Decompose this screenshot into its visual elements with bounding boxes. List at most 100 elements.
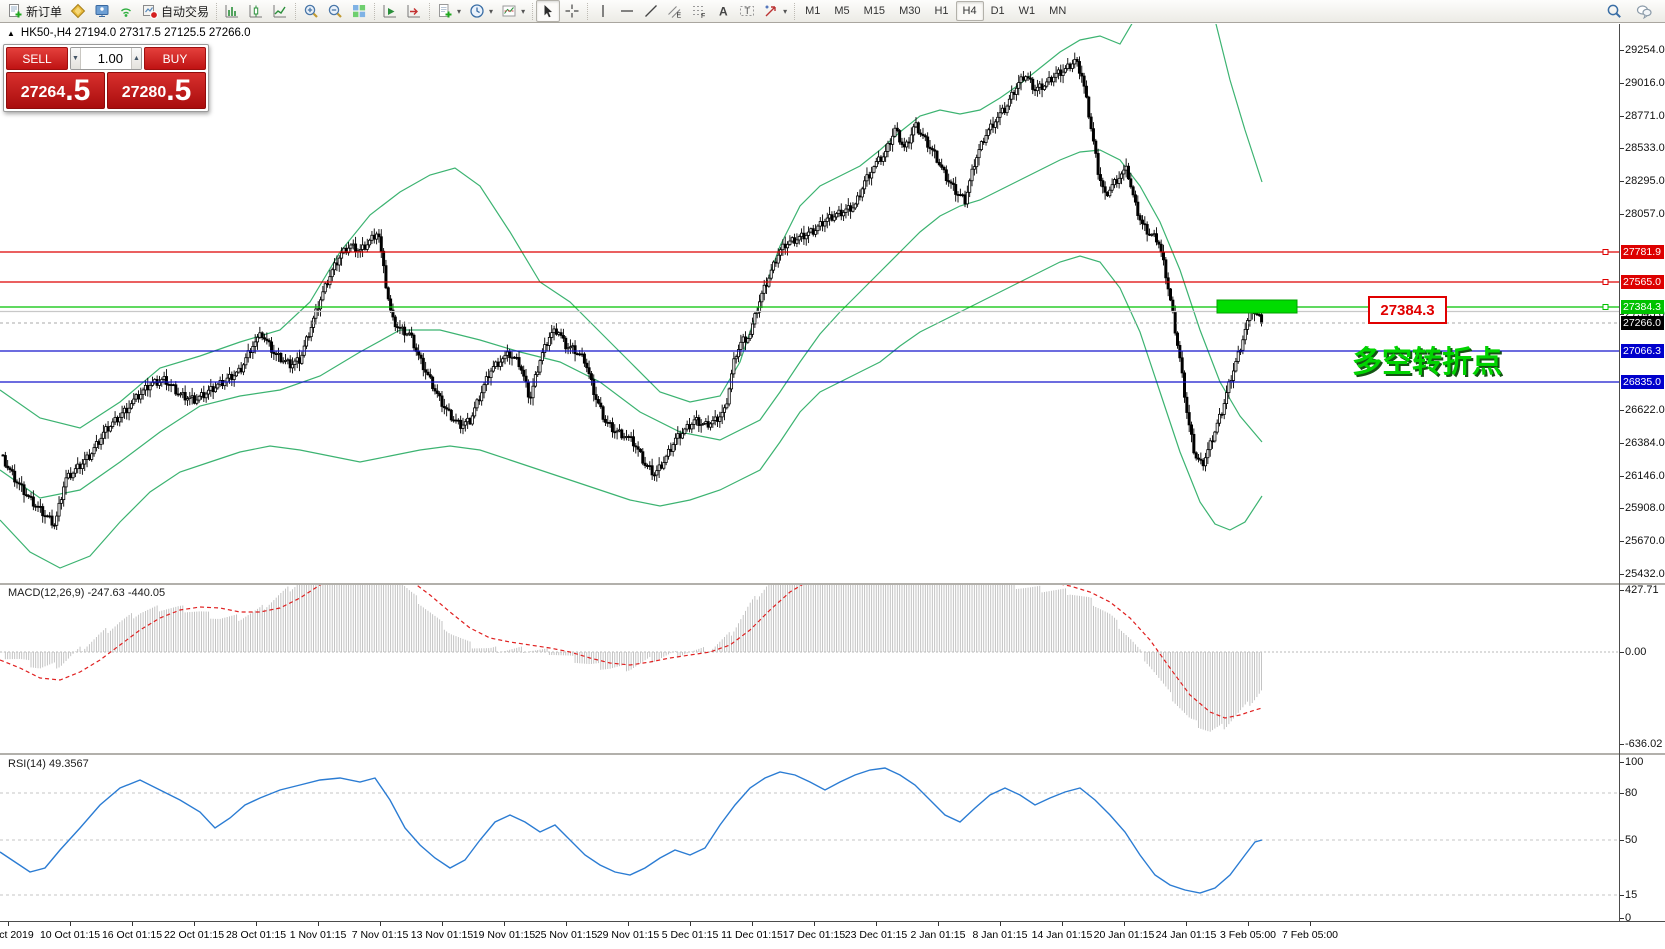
tf-w1[interactable]: W1 [1012,1,1043,21]
horizontal-line-button[interactable] [615,0,639,22]
axis-tick-mark [1620,744,1624,745]
indicator-axis-label: 427.71 [1625,584,1659,596]
annotation-text[interactable]: 多空转折点 [1352,346,1502,379]
new-order-button[interactable]: 新订单 [3,0,66,22]
date-tick-mark [1310,922,1311,926]
autotrade-icon [142,3,158,19]
date-tick-mark [566,922,567,926]
indicator-axis-label: 50 [1625,834,1637,846]
date-tick-mark [318,922,319,926]
dropdown-caret-icon: ▾ [489,7,493,16]
price-tick-label: 26384.0 [1625,437,1665,449]
axis-tick-mark [1620,762,1624,763]
rsi-label: RSI(14) 49.3567 [8,758,89,770]
text-label-button[interactable]: T [735,0,759,22]
axis-tick-mark [1620,590,1624,591]
chat-icon [1636,3,1652,19]
date-tick-mark [814,922,815,926]
axis-tick-mark [1620,476,1624,477]
cursor-icon [540,3,556,19]
hline-anchor[interactable] [1603,305,1608,310]
price-annotation-box[interactable]: 27384.3 [1368,296,1447,324]
symbol-ohlc-text: HK50-,H4 27194.0 27317.5 27125.5 27266.0 [21,27,251,39]
axis-tick-mark [1620,50,1624,51]
tf-m30[interactable]: M30 [892,1,927,21]
zoom-in-button[interactable] [299,0,323,22]
price-tick-label: 28533.0 [1625,142,1665,154]
crosshair-button[interactable] [560,0,584,22]
tile-windows-button[interactable] [347,0,371,22]
price-tick-label: 26622.0 [1625,404,1665,416]
date-label: 10 Oct 01:15 [40,929,100,941]
volume-input[interactable] [81,48,131,69]
axis-tick-mark [1620,443,1624,444]
vertical-line-button[interactable] [591,0,615,22]
toolbar-separator [295,3,296,20]
band-lower-line[interactable] [0,256,1262,568]
axis-tick-mark [1620,574,1624,575]
price-tick-label: 29254.0 [1625,44,1665,56]
date-label: 2 Jan 01:15 [911,929,966,941]
green-zone-rectangle[interactable] [1217,300,1297,313]
tf-m1[interactable]: M1 [798,1,827,21]
sell-button[interactable]: SELL [6,47,68,70]
template-icon [501,3,517,19]
price-axis[interactable]: 29254.029016.028771.028533.028295.028057… [1620,24,1665,921]
periods-button[interactable]: ▾ [465,0,497,22]
macd-pane[interactable] [0,585,1620,753]
cursor-button[interactable] [536,0,560,22]
tf-m15[interactable]: M15 [857,1,892,21]
indicators-button[interactable]: ▾ [433,0,465,22]
buy-price-button[interactable]: 27280.5 [107,72,206,109]
zoom-out-button[interactable] [323,0,347,22]
chart-shift-button[interactable] [402,0,426,22]
metaquotes-icon-button[interactable] [66,0,90,22]
price-tick-label: 26146.0 [1625,470,1665,482]
svg-text:T: T [745,6,751,16]
date-tick-mark [1248,922,1249,926]
zoom-out-icon [327,3,343,19]
search-button[interactable] [1602,0,1626,22]
hline-anchor[interactable] [1603,280,1608,285]
sell-price-button[interactable]: 27264.5 [6,72,105,109]
band-middle-line[interactable] [0,150,1262,498]
svg-text:E: E [677,13,682,20]
arrows-button[interactable]: ▾ [759,0,791,22]
price-badge-27266.0: 27266.0 [1621,316,1664,330]
signals-button[interactable] [114,0,138,22]
toolbar-separator [216,3,217,20]
channel-button[interactable]: E [663,0,687,22]
price-tick-label: 25432.0 [1625,568,1665,580]
templates-button[interactable]: ▾ [497,0,529,22]
date-label: 29 Nov 01:15 [597,929,659,941]
community-button[interactable] [90,0,114,22]
chat-button[interactable] [1632,0,1656,22]
sell-price-main: 27264 [21,80,66,106]
trendline-button[interactable] [639,0,663,22]
rsi-pane[interactable] [0,755,1620,921]
volume-up-button[interactable]: ▲ [131,48,141,69]
tf-mn[interactable]: MN [1042,1,1073,21]
date-label: 11 Dec 01:15 [721,929,783,941]
autotrading-button[interactable]: 自动交易 [138,0,213,22]
candles-chart-button[interactable] [244,0,268,22]
collapse-trade-panel-arrow[interactable]: ▲ [7,29,15,38]
line-chart-button[interactable] [268,0,292,22]
tf-d1[interactable]: D1 [984,1,1012,21]
hline-anchor[interactable] [1603,250,1608,255]
auto-scroll-button[interactable] [378,0,402,22]
fibonacci-button[interactable]: F [687,0,711,22]
tf-h1[interactable]: H1 [927,1,955,21]
date-tick-mark [1124,922,1125,926]
tf-h4[interactable]: H4 [956,1,984,21]
tf-m5[interactable]: M5 [827,1,856,21]
text-button[interactable]: A [711,0,735,22]
buy-button[interactable]: BUY [144,47,206,70]
date-axis[interactable]: 3 Oct 201910 Oct 01:1516 Oct 01:1522 Oct… [0,922,1665,949]
one-click-trading-panel: SELL ▼ ▲ BUY 27264.5 27280.5 [3,44,209,112]
bars-chart-button[interactable] [220,0,244,22]
date-label: 24 Jan 01:15 [1156,929,1217,941]
hline-icon [619,3,635,19]
axis-tick-mark [1620,116,1624,117]
volume-down-button[interactable]: ▼ [71,48,81,69]
